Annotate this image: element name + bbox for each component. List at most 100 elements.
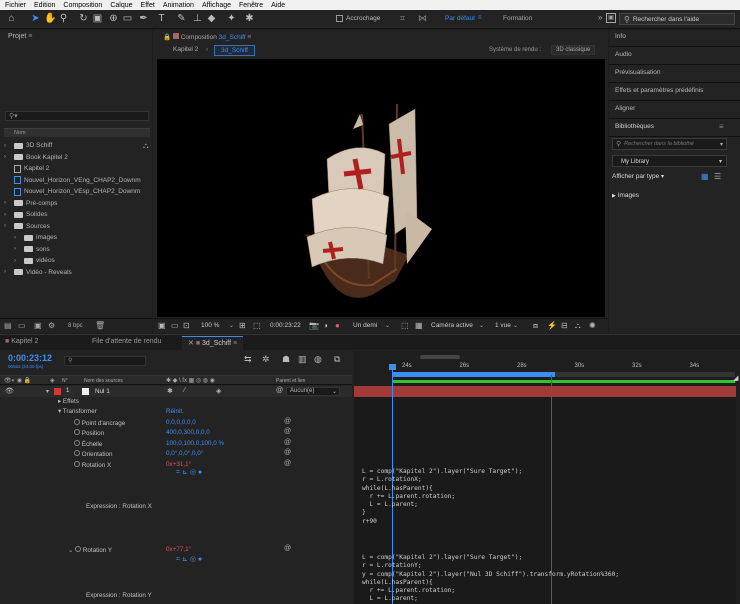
- project-panel-title[interactable]: Projet ≡: [8, 33, 32, 40]
- column-parent[interactable]: Parent et lien: [276, 378, 305, 384]
- project-settings-icon[interactable]: ⚙: [48, 321, 55, 330]
- workspace-menu-icon[interactable]: ≡: [478, 15, 482, 21]
- display-by-type-select[interactable]: Afficher par type ▾: [612, 173, 664, 180]
- stopwatch-icon[interactable]: [74, 460, 80, 467]
- preview-panel-tab[interactable]: Prévisualisation: [615, 69, 661, 76]
- hand-tool-icon[interactable]: ✋: [44, 13, 56, 24]
- timeline-timecode[interactable]: 0:00:23:12: [8, 353, 52, 363]
- time-navigator-bar[interactable]: [392, 372, 555, 377]
- playhead-handle[interactable]: [389, 364, 396, 370]
- shy-switch-icon[interactable]: ✱: [167, 387, 173, 395]
- grid-icon[interactable]: ⊞: [239, 321, 246, 330]
- libraries-panel-tab[interactable]: Bibliothèques: [615, 123, 654, 130]
- project-search-input[interactable]: ⚲▾: [5, 111, 149, 121]
- viewer-timecode[interactable]: 0:00:23:22: [270, 322, 301, 329]
- show-snapshot-icon[interactable]: ◑: [323, 321, 328, 330]
- roto-brush-icon[interactable]: ✦: [226, 13, 237, 24]
- list-view-icon[interactable]: ☰: [714, 172, 721, 181]
- transform-group[interactable]: ▾ Transformer: [58, 408, 97, 415]
- always-preview-icon[interactable]: ▣: [158, 321, 166, 330]
- publish-icon[interactable]: ▣: [606, 13, 616, 23]
- project-item[interactable]: › Sources: [4, 221, 50, 232]
- transparency-toggle-icon[interactable]: ▦: [415, 321, 423, 330]
- motion-blur-icon[interactable]: ◍: [314, 354, 322, 365]
- panel-menu-icon[interactable]: ≡: [719, 122, 724, 131]
- zoom-handle-icon[interactable]: ◢: [733, 374, 738, 382]
- tab-3d-schiff[interactable]: ✕ ■ 3d_Schiff ≡: [182, 336, 244, 350]
- menu-0[interactable]: Fichier: [5, 2, 26, 9]
- project-item[interactable]: › Book Kapitel 2: [4, 152, 68, 163]
- camera-select[interactable]: Caméra active: [431, 322, 473, 329]
- project-item[interactable]: › Vidéo - Reveals: [4, 267, 72, 278]
- rotation-y-pickwhip-icon[interactable]: @: [284, 545, 291, 552]
- expression-x-code[interactable]: L = comp("Kapitel 2").layer("Sure Target…: [362, 468, 522, 526]
- property-value[interactable]: 0,0°,0,0°,0,0°: [166, 450, 203, 457]
- project-item[interactable]: › images: [4, 232, 57, 243]
- mask-tool-icon[interactable]: ▭: [122, 13, 133, 24]
- tab-render-queue[interactable]: File d'attente de rendu: [92, 338, 161, 345]
- menu-2[interactable]: Composition: [63, 2, 102, 9]
- flowchart-icon[interactable]: ⛬: [575, 321, 581, 331]
- property-pickwhip-icon[interactable]: @: [284, 439, 291, 446]
- project-column-header[interactable]: Nom: [4, 128, 150, 137]
- effects-group[interactable]: ▸ Effets: [58, 398, 79, 405]
- snap-edges-icon[interactable]: ⋈: [418, 13, 427, 24]
- property-pickwhip-icon[interactable]: @: [284, 449, 291, 456]
- grid-view-icon[interactable]: ▦: [701, 172, 709, 181]
- delete-icon[interactable]: 🗑: [95, 321, 105, 330]
- resolution-select[interactable]: Un demi: [353, 322, 377, 329]
- stopwatch-icon[interactable]: [74, 439, 80, 446]
- selection-tool-icon[interactable]: ➤: [30, 13, 41, 24]
- collapse-triangle-icon[interactable]: ▾: [46, 388, 49, 395]
- property-value[interactable]: 0x+31,1°: [166, 461, 191, 468]
- region-of-interest-icon[interactable]: ⬚: [401, 321, 409, 330]
- menu-8[interactable]: Aide: [271, 2, 285, 9]
- expression-y-code[interactable]: L = comp("Kapitel 2").layer("Sure Target…: [362, 554, 619, 604]
- expand-workspace-icon[interactable]: »: [598, 13, 602, 22]
- new-folder-icon[interactable]: ▭: [18, 321, 26, 330]
- stopwatch-icon[interactable]: [74, 429, 80, 436]
- breadcrumb-current[interactable]: 3d_Schiff: [214, 45, 255, 56]
- pan-behind-tool-icon[interactable]: ⊕: [108, 13, 119, 24]
- frame-blending-icon[interactable]: ▥: [298, 354, 307, 365]
- menu-1[interactable]: Edition: [34, 2, 55, 9]
- rotate-tool-icon[interactable]: ↻: [78, 13, 89, 24]
- project-item[interactable]: Nouvel_Horizon_VEng_CHAP2_Downm: [4, 175, 141, 186]
- timeline-search-input[interactable]: ⚲: [64, 356, 146, 366]
- brush-tool-icon[interactable]: ✎: [176, 13, 187, 24]
- property-pickwhip-icon[interactable]: @: [284, 418, 291, 425]
- fast-previews-icon[interactable]: ⚡: [547, 321, 557, 330]
- home-icon[interactable]: ⌂: [6, 13, 17, 24]
- zoom-select[interactable]: 100 %: [201, 322, 219, 329]
- flowchart-icon[interactable]: ⛬: [143, 141, 149, 151]
- shy-layers-icon[interactable]: ☗: [282, 354, 290, 365]
- layer-name[interactable]: Nul 1: [95, 388, 110, 395]
- project-item[interactable]: › 3D Schiff: [4, 140, 52, 151]
- parent-select[interactable]: Aucun(e) ⌄: [286, 387, 340, 396]
- transparency-grid-icon[interactable]: ⬚: [253, 321, 261, 330]
- layer-row-nul-1[interactable]: 👁 ▾ 1 Nul 1 ✱ ⁄ ◈ @ Aucun(e) ⌄: [0, 386, 352, 397]
- monitor-icon[interactable]: ▭: [171, 321, 179, 330]
- composition-viewer[interactable]: [157, 59, 605, 317]
- images-group[interactable]: ▶ Images: [612, 192, 639, 199]
- menu-4[interactable]: Effet: [141, 2, 155, 9]
- property-pickwhip-icon[interactable]: @: [284, 460, 291, 467]
- help-search-input[interactable]: ⚲ Rechercher dans l'aide: [619, 13, 735, 25]
- zoom-tool-icon[interactable]: ⚲: [58, 13, 69, 24]
- property-value[interactable]: 100,0,100,0,100,0 %: [166, 440, 224, 447]
- property-value[interactable]: 0,0,0,0,0,0: [166, 419, 196, 426]
- transform-reset-link[interactable]: Réinit.: [166, 408, 184, 415]
- info-panel-tab[interactable]: Info: [615, 33, 626, 40]
- graph-editor-icon[interactable]: ⧉: [334, 354, 340, 365]
- type-tool-icon[interactable]: T: [156, 13, 167, 24]
- layer-label-color[interactable]: [54, 388, 61, 395]
- snap-options-icon[interactable]: ⌗: [400, 13, 405, 24]
- breadcrumb-parent[interactable]: Kapitel 2: [173, 46, 198, 53]
- align-panel-tab[interactable]: Aligner: [615, 105, 635, 112]
- work-area-handle[interactable]: [420, 355, 460, 359]
- bpc-label[interactable]: 8 bpc: [68, 323, 83, 329]
- reset-exposure-icon[interactable]: ✺: [589, 321, 596, 330]
- project-item[interactable]: › Pré-comps: [4, 198, 57, 209]
- menu-7[interactable]: Fenêtre: [239, 2, 263, 9]
- expression-y-controls[interactable]: = ⊾ ◎ ●: [176, 555, 202, 563]
